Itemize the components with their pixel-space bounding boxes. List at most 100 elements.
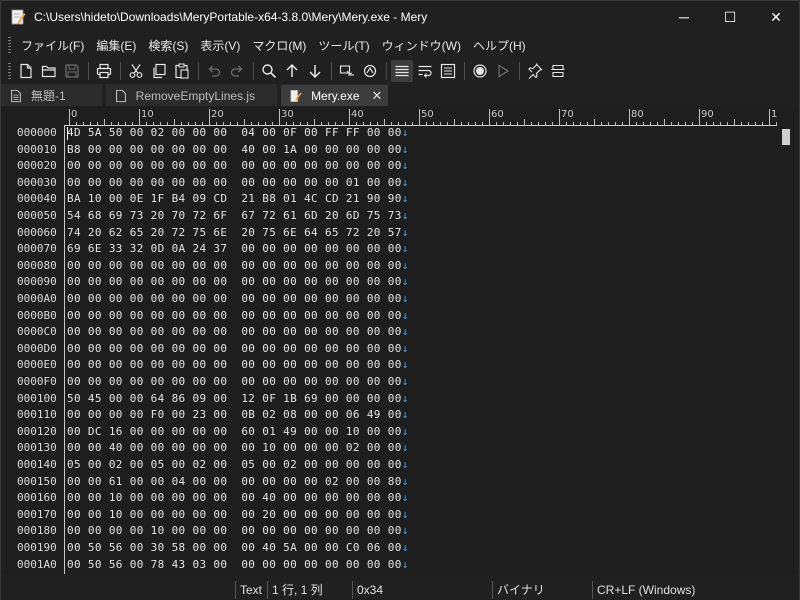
ruler-tick <box>769 109 770 125</box>
ruler-tick <box>713 122 714 125</box>
hex-row[interactable]: 00 00 40 00 00 00 00 00 00 10 00 00 00 0… <box>67 441 409 454</box>
highlight-button[interactable] <box>359 60 381 82</box>
hex-row[interactable]: 00 00 00 00 00 00 00 00 00 00 00 00 00 0… <box>67 309 409 322</box>
status-position[interactable]: 1 行, 1 列 <box>267 580 352 599</box>
hex-row[interactable]: 00 50 56 00 78 43 03 00 00 00 00 00 00 0… <box>67 558 409 571</box>
app-window: C:\Users\hideto\Downloads\MeryPortable-x… <box>0 0 800 600</box>
save-button[interactable] <box>61 60 83 82</box>
vertical-scrollbar[interactable] <box>779 125 793 574</box>
hex-row[interactable]: 00 00 00 00 00 00 00 00 00 00 00 00 00 0… <box>67 275 409 288</box>
hex-row[interactable]: 00 00 00 00 F0 00 23 00 0B 02 08 00 00 0… <box>67 408 409 421</box>
cut-icon <box>129 64 143 78</box>
toolbar-separator <box>464 62 465 80</box>
redo-button[interactable] <box>226 60 248 82</box>
tab-remove-empty-lines[interactable]: RemoveEmptyLines.js <box>105 84 278 106</box>
line-end-icon: ↓ <box>401 341 409 355</box>
play-macro-button[interactable] <box>492 60 514 82</box>
toolbar-separator <box>253 62 254 80</box>
ruler-tick <box>664 119 665 125</box>
tab-label: Mery.exe <box>311 88 360 103</box>
menu-view[interactable]: 表示(V) <box>194 37 246 54</box>
hex-row[interactable]: 69 6E 33 32 0D 0A 24 37 00 00 00 00 00 0… <box>67 242 409 255</box>
toolbar-grip[interactable] <box>8 63 11 79</box>
window-button[interactable] <box>547 60 569 82</box>
hex-row[interactable]: 00 00 00 00 00 00 00 00 00 00 00 00 00 0… <box>67 176 409 189</box>
hex-row[interactable]: 4D 5A 50 00 02 00 00 00 04 00 0F 00 FF F… <box>67 126 409 139</box>
ruler-tick <box>118 122 119 125</box>
hex-row[interactable]: 00 00 00 00 00 00 00 00 00 00 00 00 00 0… <box>67 325 409 338</box>
outline-button[interactable] <box>437 60 459 82</box>
find-next-button[interactable] <box>304 60 326 82</box>
maximize-button[interactable]: ☐ <box>707 1 753 33</box>
hex-row[interactable]: 00 00 10 00 00 00 00 00 00 20 00 00 00 0… <box>67 508 409 521</box>
hex-row[interactable]: 00 00 61 00 00 04 00 00 00 00 00 00 02 0… <box>67 475 409 488</box>
hex-row[interactable]: 00 00 00 00 00 00 00 00 00 00 00 00 00 0… <box>67 159 409 172</box>
tab-close-icon[interactable]: ✕ <box>372 88 383 104</box>
scrollbar-thumb[interactable] <box>782 129 790 145</box>
ruler-label: 90 <box>701 109 714 120</box>
copy-button[interactable] <box>148 60 170 82</box>
title-bar[interactable]: C:\Users\hideto\Downloads\MeryPortable-x… <box>1 1 799 33</box>
menu-macro[interactable]: マクロ(M) <box>246 37 312 54</box>
row-address: 000070 <box>17 242 57 256</box>
search-button[interactable] <box>258 60 280 82</box>
hex-row[interactable]: 50 45 00 00 64 86 09 00 12 0F 1B 69 00 0… <box>67 392 409 405</box>
ruler-tick <box>202 122 203 125</box>
status-mode[interactable]: Text <box>235 580 267 599</box>
menubar-grip[interactable] <box>8 37 11 53</box>
hex-row[interactable]: 00 00 00 00 00 00 00 00 00 00 00 00 00 0… <box>67 259 409 272</box>
hex-row[interactable]: 00 00 00 00 10 00 00 00 00 00 00 00 00 0… <box>67 524 409 537</box>
row-address: 000170 <box>17 507 57 521</box>
hex-bytes: 00 00 00 00 00 00 00 00 00 00 00 00 00 0… <box>67 308 402 322</box>
tab-untitled-1[interactable]: 無題-1 <box>1 84 102 106</box>
ruler-tick <box>370 122 371 125</box>
pin-button[interactable] <box>524 60 546 82</box>
minimize-button[interactable]: ─ <box>661 1 707 33</box>
cut-button[interactable] <box>125 60 147 82</box>
ruler-tick <box>363 122 364 125</box>
hex-bytes: 69 6E 33 32 0D 0A 24 37 00 00 00 00 00 0… <box>67 242 402 256</box>
hex-row[interactable]: BA 10 00 0E 1F B4 09 CD 21 B8 01 4C CD 2… <box>67 192 409 205</box>
paste-button[interactable] <box>171 60 193 82</box>
ruler-tick <box>454 119 455 125</box>
hex-view-button[interactable] <box>391 60 413 82</box>
menu-search[interactable]: 検索(S) <box>142 37 194 54</box>
close-button[interactable]: ✕ <box>753 1 799 33</box>
hex-row[interactable]: 00 00 00 00 00 00 00 00 00 00 00 00 00 0… <box>67 342 409 355</box>
undo-button[interactable] <box>203 60 225 82</box>
menu-window[interactable]: ウィンドウ(W) <box>376 37 467 54</box>
row-address: 000090 <box>17 275 57 289</box>
replace-button[interactable] <box>336 60 358 82</box>
menu-help[interactable]: ヘルプ(H) <box>467 37 532 54</box>
hex-row[interactable]: 00 00 00 00 00 00 00 00 00 00 00 00 00 0… <box>67 375 409 388</box>
hex-row[interactable]: B8 00 00 00 00 00 00 00 40 00 1A 00 00 0… <box>67 143 409 156</box>
hex-row[interactable]: 54 68 69 73 20 70 72 6F 67 72 61 6D 20 6… <box>67 209 409 222</box>
menu-edit[interactable]: 編集(E) <box>90 37 142 54</box>
print-button[interactable] <box>93 60 115 82</box>
open-button[interactable] <box>38 60 60 82</box>
menu-file[interactable]: ファイル(F) <box>15 37 90 54</box>
hex-row[interactable]: 00 00 10 00 00 00 00 00 00 40 00 00 00 0… <box>67 491 409 504</box>
find-previous-button[interactable] <box>281 60 303 82</box>
hex-editor[interactable]: 0 10 20 30 40 50 60 70 80 90 10 000000 4D 5A 50 00 … <box>1 107 799 574</box>
new-file-button[interactable] <box>15 60 37 82</box>
menu-tools[interactable]: ツール(T) <box>312 37 375 54</box>
hex-row[interactable]: 00 50 56 00 30 58 00 00 00 40 5A 00 00 C… <box>67 541 409 554</box>
ruler-tick <box>328 122 329 125</box>
toolbar-separator <box>88 62 89 80</box>
record-macro-button[interactable] <box>469 60 491 82</box>
word-wrap-button[interactable] <box>414 60 436 82</box>
document-icon <box>115 89 126 102</box>
tab-mery-exe[interactable]: Mery.exe ✕ <box>281 84 389 106</box>
hex-row[interactable]: 00 00 00 00 00 00 00 00 00 00 00 00 00 0… <box>67 358 409 371</box>
replace-icon <box>339 65 354 76</box>
hex-row[interactable]: 74 20 62 65 20 72 75 6E 20 75 6E 64 65 7… <box>67 226 409 239</box>
row-address: 000140 <box>17 458 57 471</box>
hex-row[interactable]: 05 00 02 00 05 00 02 00 05 00 02 00 00 0… <box>67 458 409 471</box>
hex-row[interactable]: 00 DC 16 00 00 00 00 00 60 01 49 00 00 1… <box>67 425 409 438</box>
ruler-tick <box>629 109 630 125</box>
status-encoding[interactable]: バイナリ <box>492 580 592 599</box>
status-newline[interactable]: CR+LF (Windows) <box>592 580 792 599</box>
hex-row[interactable]: 00 00 00 00 00 00 00 00 00 00 00 00 00 0… <box>67 292 409 305</box>
line-end-icon: ↓ <box>401 557 409 571</box>
